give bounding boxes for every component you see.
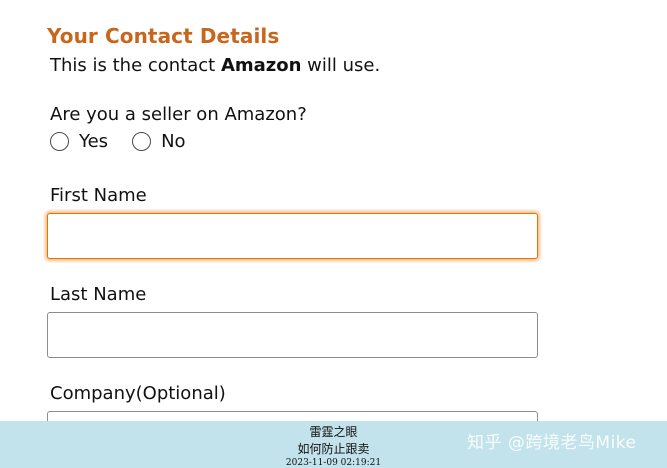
seller-no-radio[interactable] (132, 132, 152, 151)
seller-yes-label: Yes (79, 131, 109, 152)
seller-no-option[interactable]: No (132, 131, 186, 152)
section-subtitle: This is the contact Amazon will use. (50, 55, 380, 76)
seller-radio-group: Yes No (50, 131, 186, 152)
seller-question: Are you a seller on Amazon? (50, 104, 307, 125)
watermark-text: 知乎 @跨境老鸟Mike (467, 433, 637, 453)
subtitle-suffix: will use. (301, 55, 381, 76)
overlay-caption-timestamp: 2023-11-09 02:19:21 (285, 458, 382, 468)
seller-yes-radio[interactable] (50, 132, 69, 151)
seller-no-label: No (161, 131, 186, 152)
last-name-label: Last Name (50, 284, 147, 305)
last-name-input[interactable] (47, 312, 538, 358)
subtitle-brand: Amazon (220, 55, 302, 76)
subtitle-prefix: This is the contact (50, 55, 221, 76)
seller-yes-option[interactable]: Yes (50, 131, 108, 152)
contact-details-page: Your Contact Details This is the contact… (0, 0, 667, 468)
first-name-input[interactable] (47, 213, 538, 259)
company-label: Company(Optional) (50, 383, 226, 404)
first-name-label: First Name (50, 185, 147, 206)
section-title: Your Contact Details (47, 24, 280, 48)
